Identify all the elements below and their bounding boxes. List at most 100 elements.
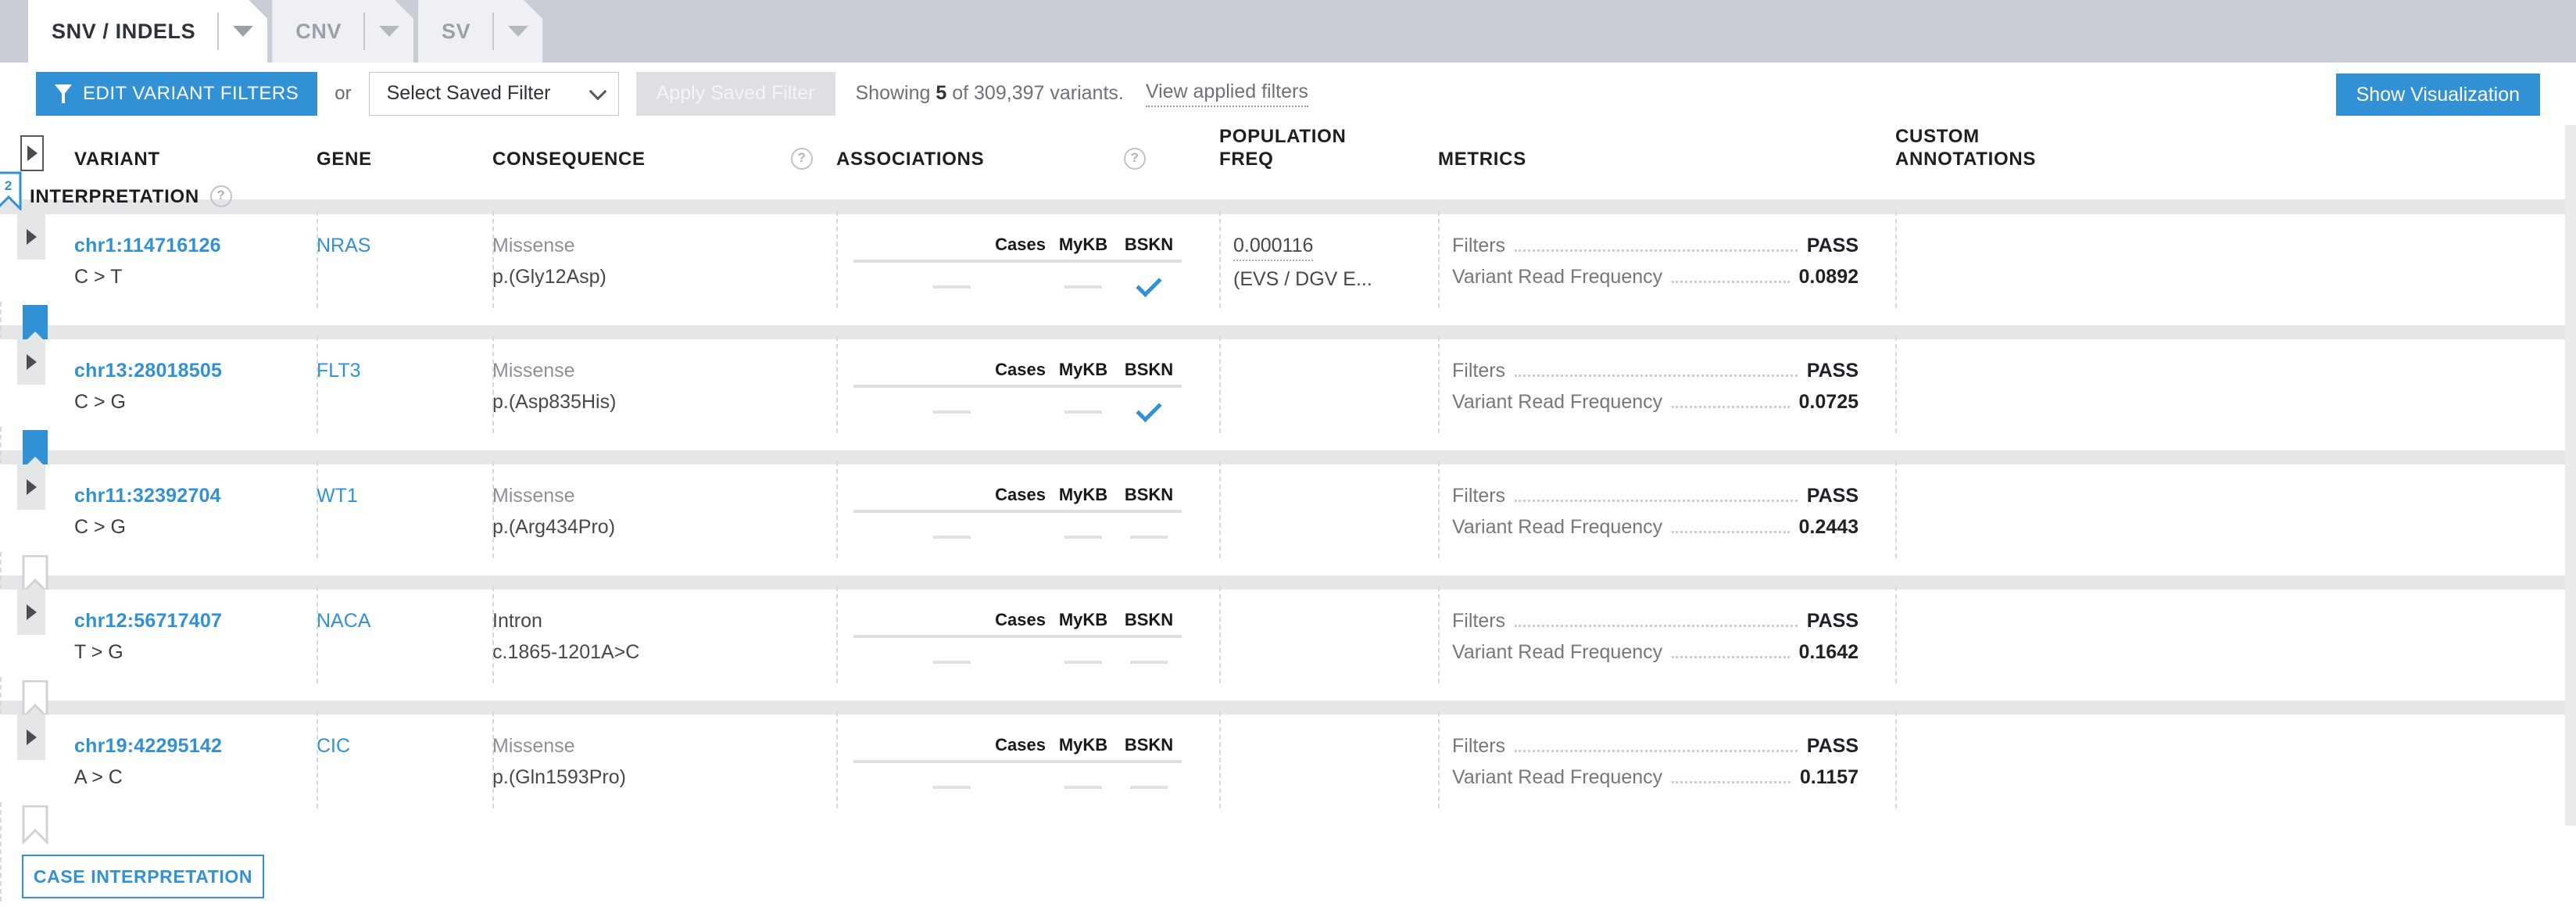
associations-cell: Cases MyKB BSKN [836,712,1219,808]
consequence-type: Missense [492,360,575,382]
expand-row-button[interactable] [17,339,45,385]
saved-filter-select[interactable]: Select Saved Filter [368,71,619,116]
column-header-consequence[interactable]: CONSEQUENCE ? [492,147,836,170]
apply-saved-filter-button[interactable]: Apply Saved Filter [635,71,835,116]
tab-cnv[interactable]: CNV [272,0,413,63]
column-header-metrics[interactable]: METRICS [1438,148,1895,170]
view-applied-filters-link[interactable]: View applied filters [1145,81,1308,107]
tab-dropdown-button[interactable] [494,26,542,37]
column-header-population-freq[interactable]: POPULATION FREQ [1219,125,1438,171]
leader-dots [1672,281,1790,283]
assoc-cases-cell [853,536,1050,539]
associations-cell: Cases MyKB BSKN [836,586,1219,683]
interpretation-cell: CASE INTERPRETATION [0,802,264,902]
variant-cell: chr13:28018505 C > G [74,339,317,430]
assoc-bskn-cell [1116,396,1182,422]
show-visualization-button[interactable]: Show Visualization [2335,73,2540,116]
row-separator [0,325,2576,339]
interpretation-help-icon[interactable]: ? [209,185,232,207]
gene-link[interactable]: FLT3 [317,360,492,382]
empty-dash [933,786,971,789]
table-body: chr1:114716126 C > T NRAS Missense p.(Gly12A… [0,200,2576,902]
gene-link[interactable]: NACA [317,610,492,633]
showing-middle: of [952,82,969,104]
associations-help-icon[interactable]: ? [1124,147,1146,170]
leader-dots [1515,249,1798,252]
population-freq-cell [1219,461,1438,558]
associations-block: Cases MyKB BSKN [853,735,1182,805]
column-header-gene[interactable]: GENE [317,148,492,170]
chevron-right-icon [26,479,37,495]
custom-annotations-cell [1895,461,2208,558]
case-interpretation-button[interactable]: CASE INTERPRETATION [22,855,264,898]
empty-dash [1064,285,1102,289]
expand-row-button[interactable] [17,715,45,760]
gene-link[interactable]: CIC [317,735,492,758]
column-header-interpretation[interactable]: 2 INTERPRETATION? [0,171,232,212]
caret-down-icon [233,26,253,37]
column-header-custom-annotations[interactable]: CUSTOM ANNOTATIONS [1895,125,2208,171]
variant-position-link[interactable]: chr11:32392704 [74,485,317,507]
column-header-associations[interactable]: ASSOCIATIONS ? [836,147,1219,170]
population-freq-source: (EVS / DGV E... [1233,268,1372,290]
gene-link[interactable]: NRAS [317,235,492,257]
row-separator [0,450,2576,464]
filter-toolbar: EDIT VARIANT FILTERS or Select Saved Fil… [0,63,2576,125]
assoc-col-cases: Cases [995,360,1046,379]
metric-filters-label: Filters [1452,360,1506,382]
column-header-variant[interactable]: VARIANT [74,148,317,170]
metric-filters: Filters PASS [1452,235,1859,257]
associations-block: Cases MyKB BSKN [853,360,1182,430]
table-row[interactable]: chr12:56717407 T > G NACA Intron c.1865-1201… [0,586,2576,776]
consequence-help-icon[interactable]: ? [791,147,813,170]
population-freq-line1: POPULATION [1219,126,1347,147]
expand-row-button[interactable] [17,214,45,260]
variant-position-link[interactable]: chr19:42295142 [74,735,317,758]
leader-dots [1672,781,1791,783]
metrics-cell: Filters PASS Variant Read Frequency 0.1642 [1438,586,1895,683]
row-expander-cell [0,715,74,805]
tab-snv-indels[interactable]: SNV / INDELS [28,0,267,63]
metrics-cell: Filters PASS Variant Read Frequency 0.2443 [1438,461,1895,558]
svg-text:2: 2 [5,178,13,193]
variant-base-change: A > C [74,766,123,788]
table-row[interactable]: chr13:28018505 C > G FLT3 Missense p.(Asp835… [0,336,2576,526]
associations-subheaders: Cases MyKB BSKN [853,610,1182,635]
metric-filters-label: Filters [1452,610,1506,632]
expand-row-button[interactable] [17,590,45,635]
tab-dropdown-button[interactable] [219,26,267,37]
row-separator [0,575,2576,590]
metric-filters-value: PASS [1806,485,1859,507]
associations-rule [853,260,1182,263]
gene-cell: NRAS [317,211,492,308]
empty-dash [1064,786,1102,789]
table-row[interactable]: chr11:32392704 C > G WT1 Missense p.(Arg434P… [0,461,2576,651]
associations-values [853,769,1182,805]
population-freq-cell [1219,712,1438,808]
variant-position-link[interactable]: chr1:114716126 [74,235,317,257]
leader-dots [1672,531,1790,533]
gene-link[interactable]: WT1 [317,485,492,507]
expand-all-button[interactable] [20,134,44,171]
variant-position-link[interactable]: chr13:28018505 [74,360,317,382]
table-header-row: VARIANT GENE CONSEQUENCE ? ASSOCIATIONS … [0,125,2576,212]
tab-sv[interactable]: SV [418,0,542,63]
variant-cell: chr19:42295142 A > C [74,715,317,805]
associations-cell: Cases MyKB BSKN [836,211,1219,308]
assoc-mykb-cell [1050,285,1116,289]
population-freq-value[interactable]: 0.000116 [1233,235,1314,261]
assoc-bskn-cell [1116,271,1182,297]
empty-dash [1064,661,1102,664]
metric-vrf-label: Variant Read Frequency [1452,766,1663,788]
metric-vrf: Variant Read Frequency 0.1642 [1452,641,1859,664]
table-row[interactable]: chr1:114716126 C > T NRAS Missense p.(Gly12A… [0,211,2576,401]
edit-variant-filters-button[interactable]: EDIT VARIANT FILTERS [36,71,318,116]
expand-row-button[interactable] [17,464,45,510]
table-row[interactable]: chr19:42295142 A > C CIC Missense p.(Gln1593… [0,712,2576,902]
variant-position-link[interactable]: chr12:56717407 [74,610,317,633]
assoc-col-cases: Cases [995,235,1046,254]
row-separator [0,701,2576,715]
bookmark-outline-icon[interactable] [22,805,48,848]
tab-dropdown-button[interactable] [365,26,413,37]
chevron-right-icon [26,354,37,370]
